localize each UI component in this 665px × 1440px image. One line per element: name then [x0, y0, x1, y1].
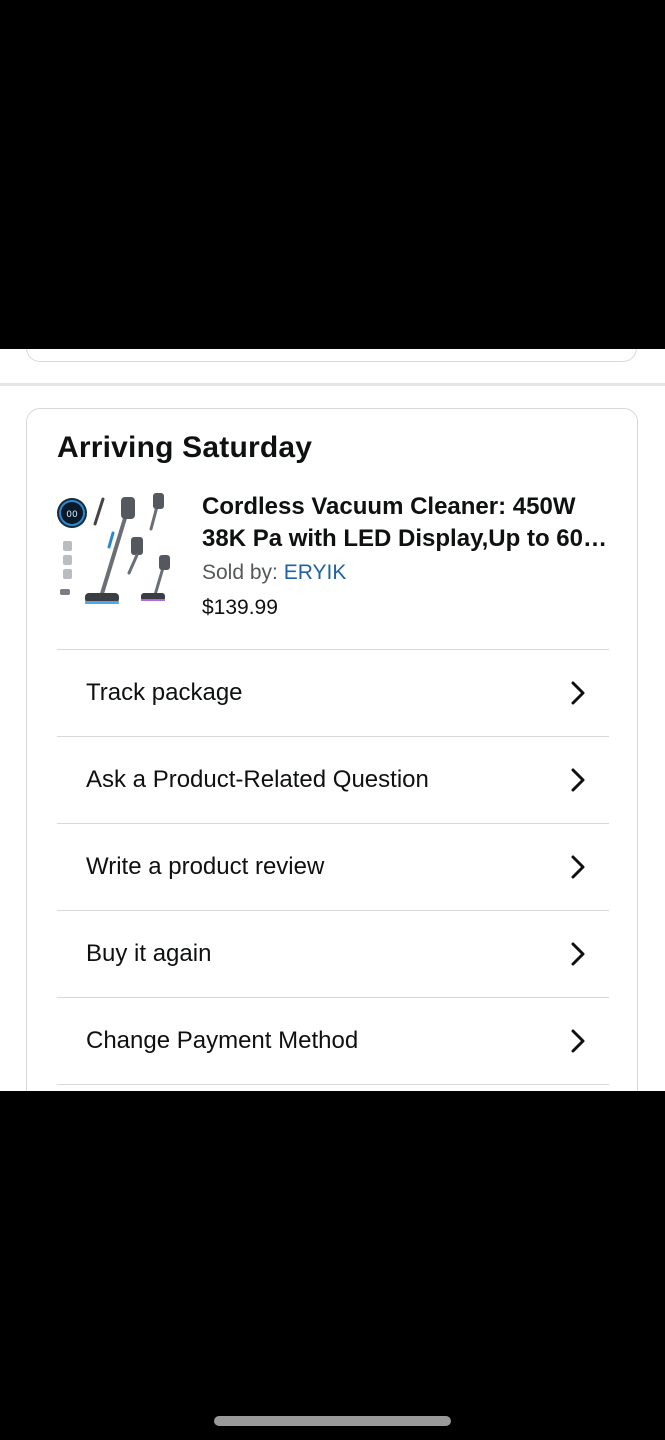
track-package-row[interactable]: Track package	[57, 649, 609, 736]
order-card: Arriving Saturday 00 Cordless Vacuum Cle…	[26, 408, 638, 1091]
chevron-right-icon	[571, 681, 585, 705]
sold-by-text: Sold by: ERYIK	[202, 561, 346, 585]
sold-by-label: Sold by:	[202, 561, 284, 584]
order-details-view: Arriving Saturday 00 Cordless Vacuum Cle…	[0, 349, 665, 1091]
top-black-area	[0, 0, 665, 349]
seller-link[interactable]: ERYIK	[284, 561, 347, 584]
chevron-right-icon	[571, 1029, 585, 1053]
next-row-divider	[57, 1084, 609, 1091]
vacuum-product-image: 00	[57, 493, 170, 604]
buy-again-row[interactable]: Buy it again	[57, 910, 609, 997]
ask-question-row[interactable]: Ask a Product-Related Question	[57, 736, 609, 823]
chevron-right-icon	[571, 768, 585, 792]
product-title[interactable]: Cordless Vacuum Cleaner: 450W 38K Pa wit…	[202, 491, 612, 555]
home-indicator[interactable]	[214, 1416, 451, 1426]
action-label: Buy it again	[86, 940, 212, 967]
delivery-status-title: Arriving Saturday	[57, 431, 313, 464]
change-payment-row[interactable]: Change Payment Method	[57, 997, 609, 1084]
action-label: Change Payment Method	[86, 1027, 359, 1054]
order-actions-list: Track package Ask a Product-Related Ques…	[57, 649, 609, 1091]
product-price: $139.99	[202, 596, 278, 619]
svg-text:00: 00	[66, 510, 78, 520]
product-image[interactable]: 00	[55, 489, 177, 611]
chevron-right-icon	[571, 855, 585, 879]
chevron-right-icon	[571, 942, 585, 966]
write-review-row[interactable]: Write a product review	[57, 823, 609, 910]
action-label: Write a product review	[86, 853, 325, 880]
previous-card-bottom	[26, 349, 637, 362]
action-label: Track package	[86, 679, 243, 706]
bottom-black-area	[0, 1091, 665, 1440]
section-divider	[0, 383, 665, 386]
action-label: Ask a Product-Related Question	[86, 766, 429, 793]
